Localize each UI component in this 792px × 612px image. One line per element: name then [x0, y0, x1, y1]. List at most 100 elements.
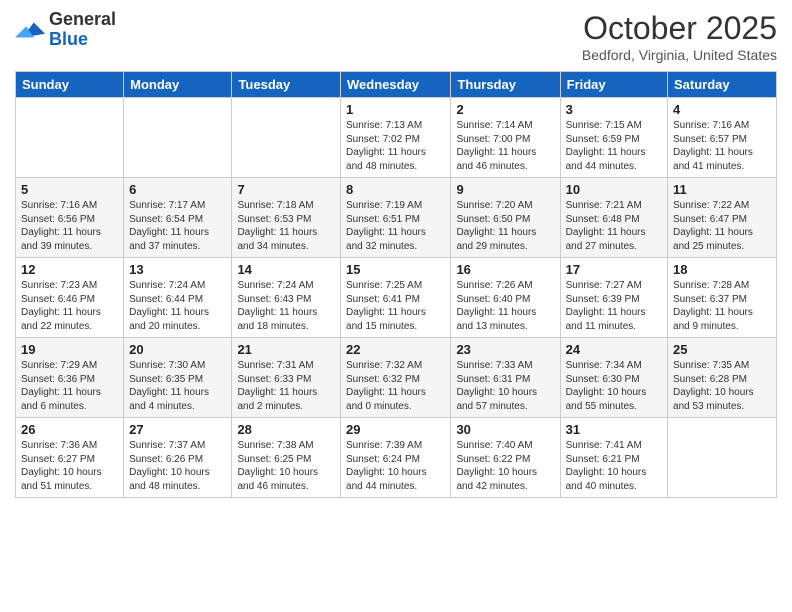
calendar-cell: 31 Sunrise: 7:41 AM Sunset: 6:21 PM Dayli… — [560, 418, 667, 498]
day-info: Sunrise: 7:31 AM Sunset: 6:33 PM Dayligh… — [237, 359, 335, 413]
day-info: Sunrise: 7:33 AM Sunset: 6:31 PM Dayligh… — [456, 359, 554, 413]
calendar-cell: 22 Sunrise: 7:32 AM Sunset: 6:32 PM Dayli… — [341, 338, 451, 418]
calendar-cell: 29Sunrise: 7:39 AM Sunset: 6:24 PM Dayli… — [341, 418, 451, 498]
day-number: 13 — [129, 262, 226, 277]
day-info: Sunrise: 7:35 AM Sunset: 6:28 PM Dayligh… — [673, 359, 771, 413]
calendar-week-row: 26Sunrise: 7:36 AM Sunset: 6:27 PM Dayli… — [16, 418, 777, 498]
calendar-cell: 9 Sunrise: 7:20 AM Sunset: 6:50 PM Daylig… — [451, 178, 560, 258]
month-title: October 2025 — [582, 10, 777, 47]
calendar-cell: 20Sunrise: 7:30 AM Sunset: 6:35 PM Dayli… — [124, 338, 232, 418]
calendar-week-row: 19 Sunrise: 7:29 AM Sunset: 6:36 PM Dayli… — [16, 338, 777, 418]
calendar-cell: 18 Sunrise: 7:28 AM Sunset: 6:37 PM Dayli… — [668, 258, 777, 338]
calendar-cell: 14 Sunrise: 7:24 AM Sunset: 6:43 PM Dayli… — [232, 258, 341, 338]
calendar-cell: 12 Sunrise: 7:23 AM Sunset: 6:46 PM Dayli… — [16, 258, 124, 338]
day-number: 20 — [129, 342, 226, 357]
day-number: 15 — [346, 262, 445, 277]
calendar-cell — [16, 98, 124, 178]
logo: General Blue — [15, 10, 116, 50]
day-info: Sunrise: 7:38 AM Sunset: 6:25 PM Dayligh… — [237, 439, 335, 493]
day-info: Sunrise: 7:34 AM Sunset: 6:30 PM Dayligh… — [566, 359, 662, 413]
calendar-cell — [124, 98, 232, 178]
calendar-cell: 26Sunrise: 7:36 AM Sunset: 6:27 PM Dayli… — [16, 418, 124, 498]
day-number: 18 — [673, 262, 771, 277]
calendar-cell — [232, 98, 341, 178]
location: Bedford, Virginia, United States — [582, 47, 777, 63]
day-number: 29 — [346, 422, 445, 437]
day-number: 6 — [129, 182, 226, 197]
day-number: 21 — [237, 342, 335, 357]
col-wednesday: Wednesday — [341, 72, 451, 98]
day-number: 22 — [346, 342, 445, 357]
day-number: 9 — [456, 182, 554, 197]
calendar-cell: 19 Sunrise: 7:29 AM Sunset: 6:36 PM Dayli… — [16, 338, 124, 418]
day-info: Sunrise: 7:29 AM Sunset: 6:36 PM Dayligh… — [21, 359, 118, 413]
day-info: Sunrise: 7:27 AM Sunset: 6:39 PM Dayligh… — [566, 279, 662, 333]
day-info: Sunrise: 7:22 AM Sunset: 6:47 PM Dayligh… — [673, 199, 771, 253]
col-saturday: Saturday — [668, 72, 777, 98]
day-number: 11 — [673, 182, 771, 197]
calendar-cell: 24 Sunrise: 7:34 AM Sunset: 6:30 PM Dayli… — [560, 338, 667, 418]
calendar-cell: 2Sunrise: 7:14 AM Sunset: 7:00 PM Daylig… — [451, 98, 560, 178]
day-number: 12 — [21, 262, 118, 277]
day-info: Sunrise: 7:24 AM Sunset: 6:43 PM Dayligh… — [237, 279, 335, 333]
calendar-cell: 27Sunrise: 7:37 AM Sunset: 6:26 PM Dayli… — [124, 418, 232, 498]
calendar-cell: 13 Sunrise: 7:24 AM Sunset: 6:44 PM Dayli… — [124, 258, 232, 338]
calendar-week-row: 1Sunrise: 7:13 AM Sunset: 7:02 PM Daylig… — [16, 98, 777, 178]
calendar-cell: 17 Sunrise: 7:27 AM Sunset: 6:39 PM Dayli… — [560, 258, 667, 338]
day-number: 31 — [566, 422, 662, 437]
day-number: 26 — [21, 422, 118, 437]
calendar-cell: 15 Sunrise: 7:25 AM Sunset: 6:41 PM Dayli… — [341, 258, 451, 338]
day-info: Sunrise: 7:28 AM Sunset: 6:37 PM Dayligh… — [673, 279, 771, 333]
day-info: Sunrise: 7:19 AM Sunset: 6:51 PM Dayligh… — [346, 199, 445, 253]
calendar-cell: 21 Sunrise: 7:31 AM Sunset: 6:33 PM Dayli… — [232, 338, 341, 418]
day-number: 19 — [21, 342, 118, 357]
day-number: 4 — [673, 102, 771, 117]
logo-text: General Blue — [49, 10, 116, 50]
col-friday: Friday — [560, 72, 667, 98]
day-number: 23 — [456, 342, 554, 357]
calendar-table: Sunday Monday Tuesday Wednesday Thursday… — [15, 71, 777, 498]
day-info: Sunrise: 7:18 AM Sunset: 6:53 PM Dayligh… — [237, 199, 335, 253]
page: General Blue October 2025 Bedford, Virgi… — [0, 0, 792, 612]
day-info: Sunrise: 7:41 AM Sunset: 6:21 PM Dayligh… — [566, 439, 662, 493]
calendar-week-row: 12 Sunrise: 7:23 AM Sunset: 6:46 PM Dayli… — [16, 258, 777, 338]
title-block: October 2025 Bedford, Virginia, United S… — [582, 10, 777, 63]
calendar-cell: 25Sunrise: 7:35 AM Sunset: 6:28 PM Dayli… — [668, 338, 777, 418]
calendar-cell — [668, 418, 777, 498]
calendar-cell: 4Sunrise: 7:16 AM Sunset: 6:57 PM Daylig… — [668, 98, 777, 178]
col-thursday: Thursday — [451, 72, 560, 98]
day-number: 17 — [566, 262, 662, 277]
day-number: 30 — [456, 422, 554, 437]
day-number: 7 — [237, 182, 335, 197]
day-number: 3 — [566, 102, 662, 117]
calendar-cell: 23 Sunrise: 7:33 AM Sunset: 6:31 PM Dayli… — [451, 338, 560, 418]
day-number: 8 — [346, 182, 445, 197]
calendar-cell: 8 Sunrise: 7:19 AM Sunset: 6:51 PM Daylig… — [341, 178, 451, 258]
day-number: 28 — [237, 422, 335, 437]
day-number: 1 — [346, 102, 445, 117]
day-info: Sunrise: 7:23 AM Sunset: 6:46 PM Dayligh… — [21, 279, 118, 333]
calendar-week-row: 5Sunrise: 7:16 AM Sunset: 6:56 PM Daylig… — [16, 178, 777, 258]
header-row: Sunday Monday Tuesday Wednesday Thursday… — [16, 72, 777, 98]
day-number: 14 — [237, 262, 335, 277]
day-number: 27 — [129, 422, 226, 437]
day-info: Sunrise: 7:17 AM Sunset: 6:54 PM Dayligh… — [129, 199, 226, 253]
day-info: Sunrise: 7:25 AM Sunset: 6:41 PM Dayligh… — [346, 279, 445, 333]
col-sunday: Sunday — [16, 72, 124, 98]
logo-general-text: General — [49, 10, 116, 30]
header: General Blue October 2025 Bedford, Virgi… — [15, 10, 777, 63]
day-info: Sunrise: 7:24 AM Sunset: 6:44 PM Dayligh… — [129, 279, 226, 333]
day-info: Sunrise: 7:32 AM Sunset: 6:32 PM Dayligh… — [346, 359, 445, 413]
calendar-cell: 28 Sunrise: 7:38 AM Sunset: 6:25 PM Dayli… — [232, 418, 341, 498]
day-info: Sunrise: 7:20 AM Sunset: 6:50 PM Dayligh… — [456, 199, 554, 253]
day-info: Sunrise: 7:21 AM Sunset: 6:48 PM Dayligh… — [566, 199, 662, 253]
logo-icon — [15, 15, 45, 45]
day-number: 24 — [566, 342, 662, 357]
day-info: Sunrise: 7:14 AM Sunset: 7:00 PM Dayligh… — [456, 119, 554, 173]
col-tuesday: Tuesday — [232, 72, 341, 98]
calendar-cell: 5Sunrise: 7:16 AM Sunset: 6:56 PM Daylig… — [16, 178, 124, 258]
calendar-cell: 6 Sunrise: 7:17 AM Sunset: 6:54 PM Daylig… — [124, 178, 232, 258]
day-info: Sunrise: 7:40 AM Sunset: 6:22 PM Dayligh… — [456, 439, 554, 493]
calendar-cell: 10Sunrise: 7:21 AM Sunset: 6:48 PM Dayli… — [560, 178, 667, 258]
calendar-cell: 7 Sunrise: 7:18 AM Sunset: 6:53 PM Daylig… — [232, 178, 341, 258]
